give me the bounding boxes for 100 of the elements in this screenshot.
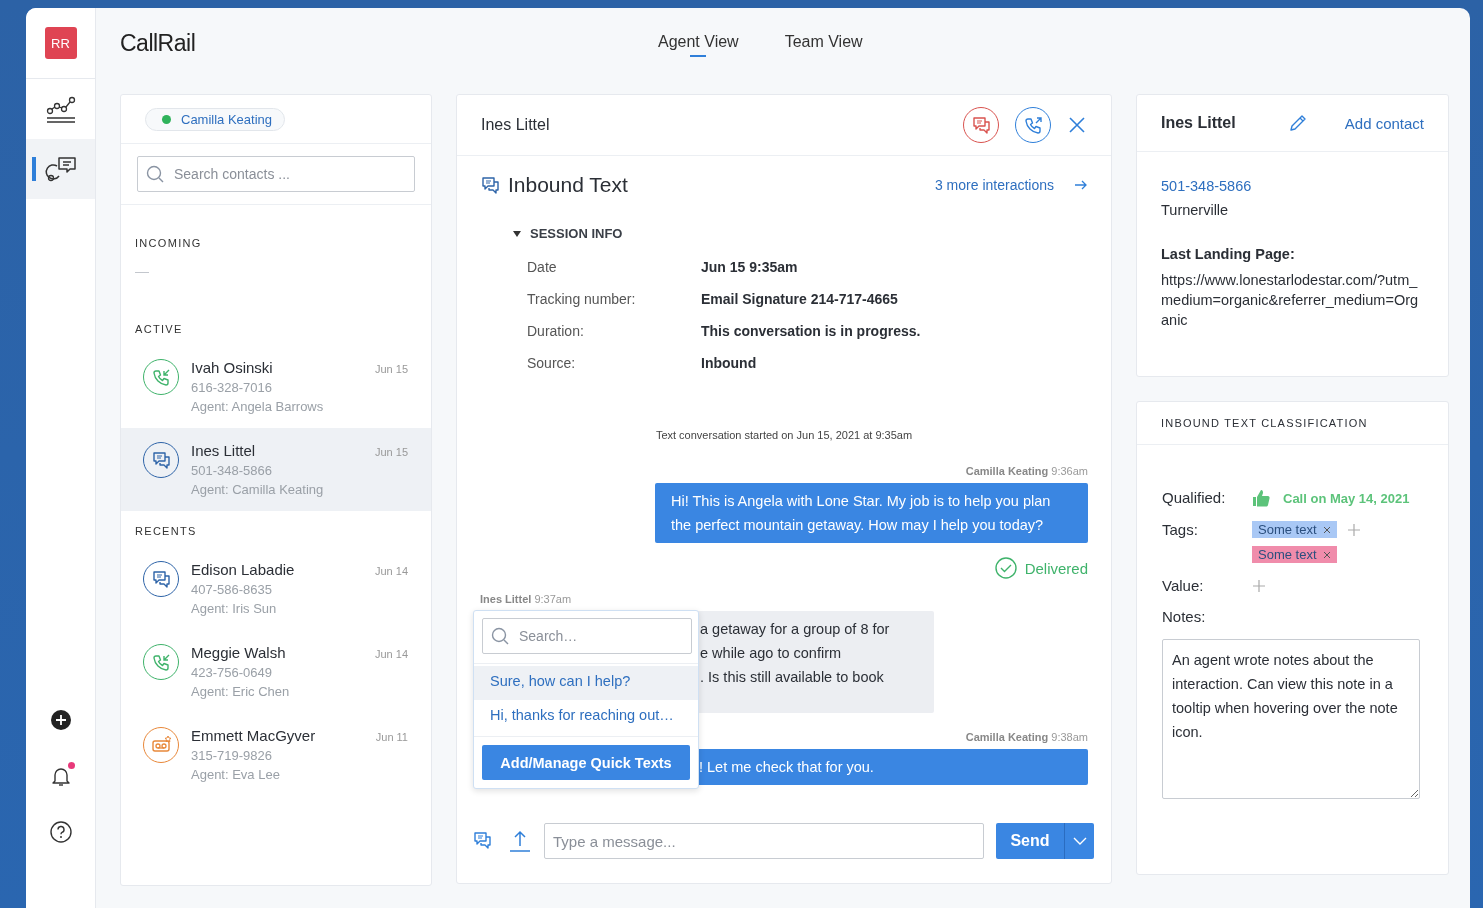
contact-phone: 501-348-5866 (191, 463, 273, 478)
field-label: Tracking number: (527, 290, 637, 309)
message-line: a getaway for a group of 8 for (700, 620, 891, 639)
contact-agent: Agent: Eva Lee (191, 767, 281, 782)
landing-page-url: https://www.lonestarlodestar.com/?utm_medium=organic&referrer_medium=Organic (1161, 271, 1420, 330)
field-value: This conversation is in progress. (701, 322, 922, 341)
field-label: Tags: (1162, 521, 1199, 540)
qualified-status: Call on May 14, 2021 (1283, 490, 1410, 506)
contact-row[interactable]: Edison Labadie Jun 14 407-586-8635 Agent: Iris Sun (121, 547, 431, 630)
contact-row[interactable]: Ines Littel Jun 15 501-348-5866 Agent: Camilla Keating (121, 428, 431, 511)
contact-phone: 616-328-7016 (191, 380, 273, 395)
quick-text-item[interactable]: Sure, how can I help? (474, 666, 698, 700)
section-heading: ACTIVE (134, 322, 184, 337)
contact-name: Ines Littel (191, 442, 256, 459)
add-contact-link[interactable]: Add contact (1344, 114, 1424, 132)
phone-icon (151, 652, 171, 672)
contact-date: Jun 15 (374, 363, 408, 375)
remove-icon[interactable] (1322, 550, 1331, 559)
nav-item[interactable] (26, 139, 95, 199)
chat-icon (151, 450, 171, 470)
landing-page-label: Last Landing Page: (1161, 246, 1296, 262)
upload-icon[interactable] (508, 829, 532, 853)
contact-phone: 315-719-9826 (191, 748, 273, 763)
phone-link[interactable]: 501-348-5866 (1161, 178, 1424, 194)
message-meta: Camilla Keating 9:38am (965, 731, 1088, 743)
contact-row[interactable]: Emmett MacGyver Jun 11 315-719-9826 Agent: Eva Lee (121, 713, 431, 796)
search-input[interactable]: Search… (517, 627, 683, 645)
manage-quick-texts-button[interactable]: Add/Manage Quick Texts (482, 745, 690, 780)
contact-row[interactable]: Meggie Walsh Jun 14 423-756-0649 Agent: Eric Chen (121, 630, 431, 713)
search-icon (146, 165, 164, 183)
message-line: Hi! This is Angela with Lone Star. My job is to help you plan (671, 492, 1052, 511)
contact-agent: Agent: Eric Chen (191, 684, 291, 699)
contact-phone: 423-756-0649 (191, 665, 273, 680)
contact-date: Jun 14 (374, 565, 408, 577)
phone-icon (151, 367, 171, 387)
search-icon (491, 627, 509, 645)
field-value: Inbound (701, 354, 758, 373)
search-input[interactable]: Search contacts ... (172, 165, 406, 183)
contact-name: Ines Littel (1161, 114, 1237, 132)
chart-icon (44, 94, 77, 124)
interaction-title: Inbound Text (508, 173, 629, 197)
more-interactions-link[interactable]: 3 more interactions (934, 177, 1054, 193)
contact-name: Ivah Osinski (191, 359, 273, 376)
contact-name: Emmett MacGyver (191, 727, 316, 744)
tag: Some text (1252, 521, 1337, 538)
contact-name: Ines Littel (481, 116, 550, 134)
system-message: Text conversation started on Jun 15, 2021 at 9:35am (654, 429, 914, 441)
contact-date: Jun 14 (374, 648, 408, 660)
tab[interactable]: Team View (784, 33, 863, 57)
contact-phone: 407-586-8635 (191, 582, 273, 597)
field-label: Qualified: (1162, 489, 1227, 507)
delivery-status: Delivered (1024, 559, 1088, 577)
contact-row[interactable]: Ivah Osinski Jun 15 616-328-7016 Agent: Angela Barrows (121, 345, 431, 428)
bell-icon[interactable] (49, 765, 72, 787)
close-icon[interactable] (1067, 115, 1087, 135)
message-meta: Camilla Keating 9:36am (965, 465, 1088, 477)
contact-name: Meggie Walsh (191, 644, 286, 661)
add-icon[interactable] (49, 709, 72, 731)
send-options-button[interactable] (1064, 823, 1094, 859)
city-text: Turnerville (1161, 202, 1230, 218)
logo: CallRail (120, 29, 196, 57)
field-label: Value: (1162, 577, 1205, 594)
field-label: Date (527, 258, 558, 277)
contact-name: Edison Labadie (191, 561, 295, 578)
caret-down-icon (1072, 836, 1087, 846)
notes-field[interactable]: An agent wrote notes about the interaction. Can view this note in a tooltip when hovering over the note icon. (1162, 639, 1420, 799)
field-label: Duration: (527, 322, 585, 341)
message-line: the perfect mountain getaway. How may I help you today? (671, 516, 1045, 535)
quick-text-item[interactable]: Hi, thanks for reaching out… (474, 700, 698, 734)
message-field[interactable]: Type a message... (544, 823, 984, 859)
help-icon[interactable] (49, 821, 72, 843)
session-toggle[interactable]: SESSION INFO (512, 226, 1088, 241)
conversations-icon (44, 154, 77, 184)
search-field[interactable]: Search… (482, 618, 692, 654)
remove-icon[interactable] (1322, 525, 1331, 534)
voicemail-icon (151, 735, 171, 755)
contact-date: Jun 11 (375, 731, 408, 743)
tag: Some text (1252, 546, 1337, 563)
contact-date: Jun 15 (374, 446, 408, 458)
avatar-badge[interactable]: RR (44, 27, 77, 59)
message-line: ! Let me check that for you. (699, 758, 875, 777)
tab[interactable]: Agent View (658, 33, 739, 57)
section-heading: INCOMING (134, 236, 203, 251)
field-value: Jun 15 9:35am (701, 258, 799, 277)
card-heading: INBOUND TEXT CLASSIFICATION (1137, 402, 1448, 445)
agent-name: Camilla Keating (181, 111, 273, 127)
field-label: Source: (527, 354, 577, 373)
field-value: Email Signature 214-717-4665 (701, 290, 899, 309)
phone-icon (1023, 115, 1043, 135)
arrow-right-icon[interactable] (1074, 179, 1088, 191)
empty-mark: — (134, 262, 150, 281)
send-button[interactable]: Send (996, 823, 1064, 859)
agent-status-pill[interactable]: Camilla Keating (145, 107, 286, 131)
message-line: e while ago to confirm (700, 644, 843, 663)
search-field[interactable]: Search contacts ... (137, 156, 415, 192)
chat-icon (971, 115, 991, 135)
message-line: . Is this still available to book (700, 668, 885, 687)
contact-agent: Agent: Iris Sun (191, 601, 278, 616)
chat-icon (480, 175, 500, 195)
chat-icon (151, 569, 171, 589)
